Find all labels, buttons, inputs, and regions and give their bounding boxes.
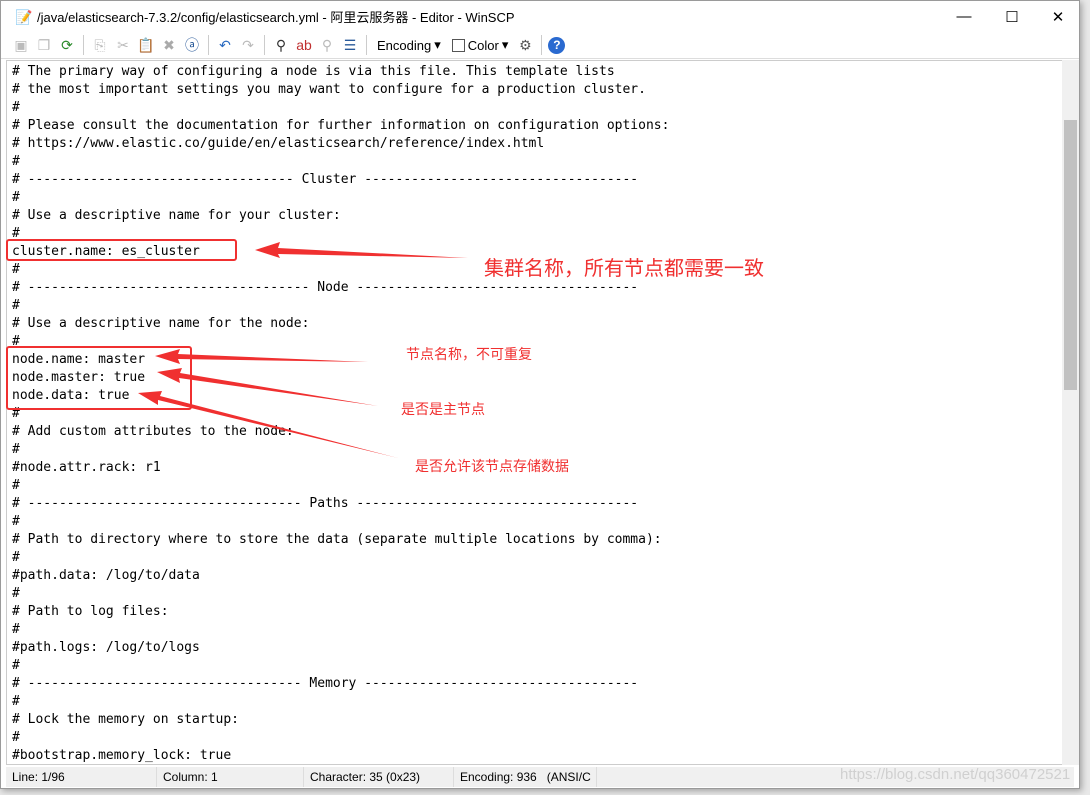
annotation-node-data: 是否允许该节点存储数据: [415, 458, 569, 474]
arrow-cluster: [255, 242, 468, 258]
arrow-node-name: [155, 349, 368, 364]
annotation-node-name: 节点名称，不可重复: [406, 346, 532, 362]
arrow-node-data: [138, 391, 398, 458]
watermark: https://blog.csdn.net/qq360472521: [840, 766, 1071, 783]
annotation-cluster: 集群名称，所有节点都需要一致: [484, 258, 764, 280]
annotation-node-master: 是否是主节点: [401, 401, 485, 417]
annotation-overlay: [6, 239, 468, 458]
cluster-highlight-box: [6, 239, 237, 261]
